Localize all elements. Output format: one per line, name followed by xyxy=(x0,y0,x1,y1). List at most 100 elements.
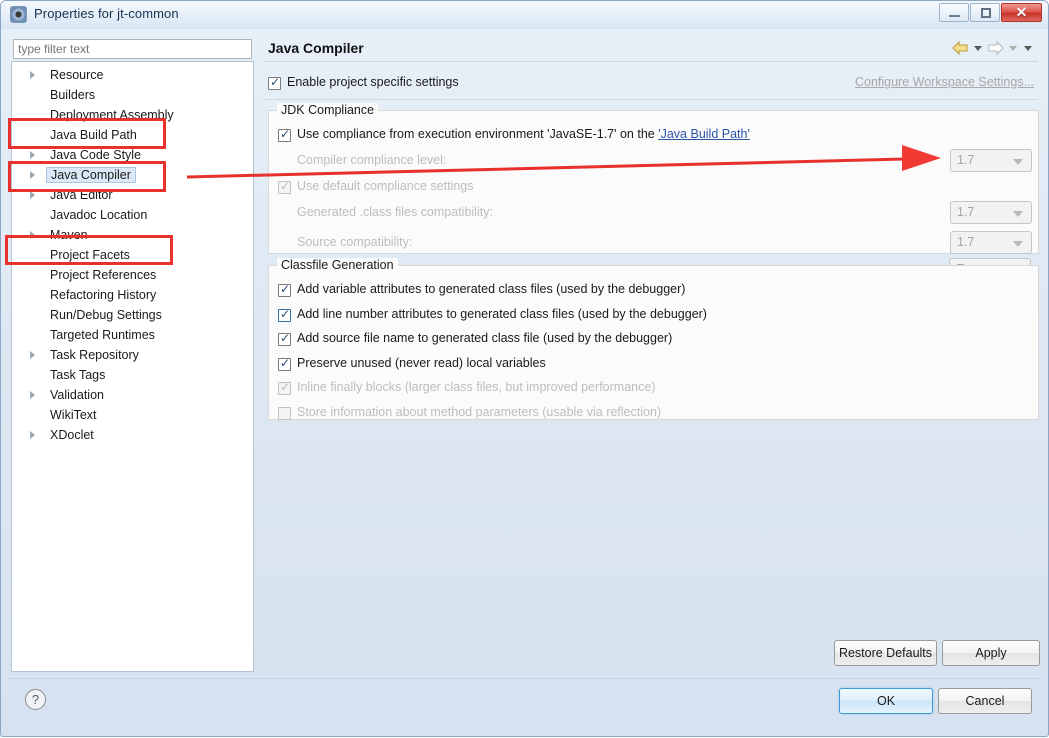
back-history-chevron-icon[interactable] xyxy=(974,45,982,51)
chevron-right-icon[interactable] xyxy=(30,191,35,199)
sidebar-item-java-build-path[interactable]: Java Build Path xyxy=(13,125,253,145)
sidebar-item-wikitext[interactable]: WikiText xyxy=(13,405,253,425)
configure-workspace-settings-link[interactable]: Configure Workspace Settings... xyxy=(855,75,1034,89)
sidebar-item-label: Java Editor xyxy=(50,188,113,202)
classfile-option-checkbox-0[interactable] xyxy=(278,282,291,297)
compiler-compliance-level-combo[interactable]: 1.7 xyxy=(950,149,1032,172)
source-compat-combo[interactable]: 1.7 xyxy=(950,231,1032,254)
footer-divider xyxy=(9,678,1040,679)
java-build-path-link[interactable]: 'Java Build Path' xyxy=(658,127,750,141)
chevron-right-icon[interactable] xyxy=(30,231,35,239)
restore-defaults-button[interactable]: Restore Defaults xyxy=(834,640,937,666)
page-menu-chevron-icon[interactable] xyxy=(1024,45,1032,51)
classfile-option-label-4: Inline finally blocks (larger class file… xyxy=(297,380,656,394)
classfile-option-label-3: Preserve unused (never read) local varia… xyxy=(297,355,546,370)
sidebar-item-label: Resource xyxy=(50,68,104,82)
chevron-down-icon xyxy=(1013,159,1023,165)
sidebar-item-task-repository[interactable]: Task Repository xyxy=(13,345,253,365)
enable-project-specific-row: Enable project specific settings Configu… xyxy=(268,75,1038,93)
sidebar-item-label: Project Facets xyxy=(50,248,130,262)
sidebar-item-run-debug-settings[interactable]: Run/Debug Settings xyxy=(13,305,253,325)
use-default-compliance-label: Use default compliance settings xyxy=(297,179,474,193)
generated-class-compat-value: 1.7 xyxy=(957,205,975,219)
properties-dialog: Properties for jt-common ✕ Resource Build… xyxy=(0,0,1049,737)
classfile-option-checkbox-4 xyxy=(278,380,291,395)
sidebar-item-java-compiler[interactable]: Java Compiler xyxy=(13,165,253,185)
generated-class-compat-label: Generated .class files compatibility: xyxy=(297,205,493,219)
chevron-down-icon xyxy=(1013,211,1023,217)
classfile-option-label-2: Add source file name to generated class … xyxy=(297,331,673,345)
navigation-icons xyxy=(952,41,1034,55)
chevron-right-icon[interactable] xyxy=(30,151,35,159)
sidebar-item-task-tags[interactable]: Task Tags xyxy=(13,365,253,385)
source-compat-label: Source compatibility: xyxy=(297,235,413,249)
maximize-button[interactable] xyxy=(970,3,1000,22)
enable-project-specific-label: Enable project specific settings xyxy=(287,75,459,89)
sidebar-item-project-references[interactable]: Project References xyxy=(13,265,253,285)
use-execution-environment-text: Use compliance from execution environmen… xyxy=(297,127,659,141)
sidebar-item-label: Task Tags xyxy=(50,368,106,382)
sidebar-item-label: Refactoring History xyxy=(50,288,157,302)
apply-button[interactable]: Apply xyxy=(942,640,1040,666)
forward-history-chevron-icon xyxy=(1009,45,1017,51)
classfile-generation-legend: Classfile Generation xyxy=(277,258,398,272)
chevron-down-icon xyxy=(1013,241,1023,247)
title-bar: Properties for jt-common ✕ xyxy=(1,1,1048,29)
filter-input[interactable] xyxy=(13,39,252,59)
sidebar-item-resource[interactable]: Resource xyxy=(13,65,253,85)
chevron-right-icon[interactable] xyxy=(30,391,35,399)
classfile-option-label-0: Add variable attributes to generated cla… xyxy=(297,282,686,296)
sidebar-item-validation[interactable]: Validation xyxy=(13,385,253,405)
ok-button[interactable]: OK xyxy=(839,688,933,714)
sidebar-item-project-facets[interactable]: Project Facets xyxy=(13,245,253,265)
chevron-right-icon[interactable] xyxy=(30,171,35,179)
sidebar-item-deployment-assembly[interactable]: Deployment Assembly xyxy=(13,105,253,125)
classfile-option-checkbox-3[interactable] xyxy=(278,356,291,371)
compiler-compliance-level-value: 1.7 xyxy=(957,153,975,167)
enable-project-specific-checkbox[interactable] xyxy=(268,75,281,90)
sidebar-item-targeted-runtimes[interactable]: Targeted Runtimes xyxy=(13,325,253,345)
classfile-option-checkbox-2[interactable] xyxy=(278,331,291,346)
sidebar-item-label: Run/Debug Settings xyxy=(50,308,162,322)
back-arrow-icon[interactable] xyxy=(952,41,969,55)
sidebar-item-label: Deployment Assembly xyxy=(50,108,174,122)
classfile-option-label-1: Add line number attributes to generated … xyxy=(297,306,707,321)
sidebar-item-refactoring-history[interactable]: Refactoring History xyxy=(13,285,253,305)
close-button[interactable]: ✕ xyxy=(1001,3,1042,22)
sidebar-item-label: Task Repository xyxy=(50,348,139,362)
use-default-compliance-checkbox[interactable] xyxy=(278,179,291,194)
chevron-right-icon[interactable] xyxy=(30,431,35,439)
sidebar-item-label: XDoclet xyxy=(50,428,94,442)
chevron-right-icon[interactable] xyxy=(30,351,35,359)
close-icon: ✕ xyxy=(1015,4,1028,20)
generated-class-compat-combo[interactable]: 1.7 xyxy=(950,201,1032,224)
page-title: Java Compiler xyxy=(268,40,364,56)
compiler-compliance-level-label: Compiler compliance level: xyxy=(297,153,447,167)
sidebar-item-label: Java Compiler xyxy=(46,167,136,183)
java-compiler-page: Java Compiler Enable project specific se… xyxy=(259,33,1042,672)
cancel-button[interactable]: Cancel xyxy=(938,688,1032,714)
sidebar-item-java-editor[interactable]: Java Editor xyxy=(13,185,253,205)
classfile-generation-group: Classfile Generation Add variable attrib… xyxy=(268,258,1039,420)
use-execution-environment-label: Use compliance from execution environmen… xyxy=(297,127,750,141)
minimize-button[interactable] xyxy=(939,3,969,22)
sidebar-item-java-code-style[interactable]: Java Code Style xyxy=(13,145,253,165)
sidebar-item-xdoclet[interactable]: XDoclet xyxy=(13,425,253,445)
sidebar-item-label: Builders xyxy=(50,88,96,102)
help-icon[interactable]: ? xyxy=(25,689,46,710)
properties-icon xyxy=(10,6,27,23)
use-execution-environment-checkbox[interactable] xyxy=(278,127,291,142)
classfile-option-label-5: Store information about method parameter… xyxy=(297,404,662,419)
enable-divider xyxy=(263,99,1038,100)
window-title: Properties for jt-common xyxy=(34,6,179,21)
sidebar-item-builders[interactable]: Builders xyxy=(13,85,253,105)
chevron-right-icon[interactable] xyxy=(30,71,35,79)
jdk-compliance-group: JDK Compliance Use compliance from execu… xyxy=(268,103,1039,254)
settings-tree[interactable]: Resource Builders Deployment Assembly Java … xyxy=(11,61,254,672)
classfile-option-checkbox-5 xyxy=(278,406,291,420)
classfile-option-checkbox-1[interactable] xyxy=(278,307,291,322)
sidebar-item-maven[interactable]: Maven xyxy=(13,225,253,245)
sidebar-item-label: Project References xyxy=(50,268,157,282)
sidebar-item-label: WikiText xyxy=(50,408,97,422)
sidebar-item-javadoc-location[interactable]: Javadoc Location xyxy=(13,205,253,225)
